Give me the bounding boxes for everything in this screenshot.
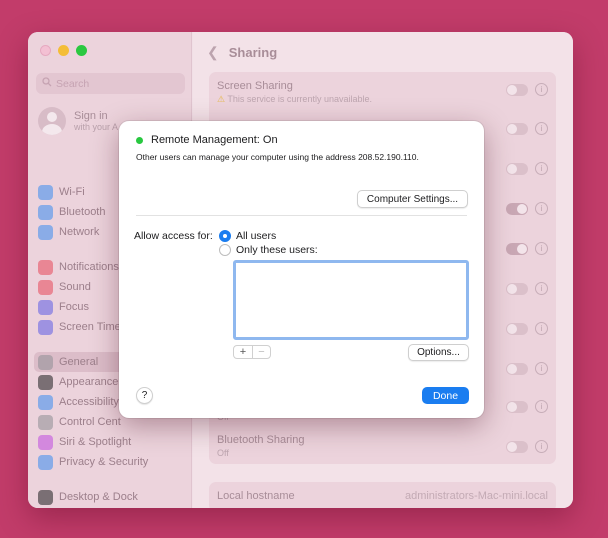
- zoom-window-button[interactable]: [76, 45, 87, 56]
- status-line: Remote Management: On: [136, 134, 278, 146]
- sidebar-item-label: Accessibility: [59, 396, 119, 408]
- control-center-icon: [38, 414, 53, 430]
- globe-icon: [38, 224, 53, 240]
- sidebar-item-label: Control Cent: [59, 416, 121, 428]
- info-icon[interactable]: i: [535, 83, 548, 96]
- service-toggle[interactable]: [506, 323, 528, 335]
- dock-icon: [38, 489, 53, 505]
- info-icon[interactable]: i: [535, 322, 548, 335]
- service-toggle[interactable]: [506, 243, 528, 255]
- titlebar: ❮ Sharing: [207, 44, 277, 61]
- sidebar-item-label: Appearance: [59, 376, 119, 388]
- address-description: Other users can manage your computer usi…: [136, 152, 419, 162]
- page-title: Sharing: [228, 45, 278, 60]
- sidebar-item-siri-spotlight[interactable]: Siri & Spotlight: [38, 432, 186, 452]
- radio-all-users[interactable]: All users: [219, 230, 276, 242]
- bell-icon: [38, 259, 53, 275]
- bluetooth-sharing-toggle[interactable]: [506, 441, 528, 453]
- sidebar-item-label: Siri & Spotlight: [59, 436, 132, 448]
- wifi-icon: [38, 184, 53, 200]
- help-button[interactable]: ?: [136, 387, 153, 404]
- info-icon[interactable]: i: [535, 400, 548, 413]
- radio-label-only-these-users: Only these users:: [236, 244, 318, 256]
- remote-management-dialog: Remote Management: On Other users can ma…: [119, 121, 484, 418]
- user-sub: with your A: [74, 122, 119, 132]
- sidebar-item-label: Bluetooth: [59, 206, 106, 218]
- sidebar-item-label: Screen Time: [59, 321, 121, 333]
- users-list[interactable]: [233, 260, 469, 340]
- info-icon[interactable]: i: [535, 362, 548, 375]
- service-toggle[interactable]: [506, 163, 528, 175]
- service-toggle[interactable]: [506, 123, 528, 135]
- warning-icon: ⚠: [217, 94, 226, 104]
- radio-button-only-these-users[interactable]: [219, 244, 231, 256]
- add-user-button[interactable]: +: [234, 346, 252, 358]
- moon-icon: [38, 299, 53, 315]
- computer-settings-button[interactable]: Computer Settings...: [357, 190, 468, 208]
- status-on-icon: [136, 136, 143, 144]
- hostname-panel: Local hostname administrators-Mac-mini.l…: [209, 482, 556, 508]
- appearance-icon: [38, 374, 53, 390]
- siri-icon: [38, 434, 53, 450]
- minimize-window-button[interactable]: [58, 45, 69, 56]
- service-toggle[interactable]: [506, 283, 528, 295]
- sidebar-item-label: General: [59, 356, 99, 368]
- radio-button-all-users[interactable]: [219, 230, 231, 242]
- done-button[interactable]: Done: [422, 387, 469, 404]
- service-toggle[interactable]: [506, 203, 528, 215]
- accessibility-icon: [38, 394, 53, 410]
- sidebar-item-label: Desktop & Dock: [59, 491, 138, 503]
- hand-icon: [38, 454, 53, 470]
- divider: [136, 215, 467, 216]
- screen-sharing-toggle[interactable]: [506, 84, 528, 96]
- search-placeholder: Search: [56, 77, 90, 90]
- info-icon[interactable]: i: [535, 282, 548, 295]
- status-text: Remote Management: On: [151, 134, 278, 146]
- remove-user-button[interactable]: −: [252, 346, 270, 358]
- add-remove-control: + −: [233, 345, 271, 359]
- allow-access-label: Allow access for:: [134, 230, 213, 242]
- screen-sharing-row: Screen Sharing ⚠ This service is current…: [217, 80, 548, 105]
- screen-sharing-sub: ⚠ This service is currently unavailable.: [217, 94, 548, 105]
- sidebar-item-displays[interactable]: Displays: [38, 507, 186, 508]
- sidebar-item-privacy-security[interactable]: Privacy & Security: [38, 452, 186, 472]
- radio-only-these-users[interactable]: Only these users:: [219, 244, 318, 256]
- info-icon[interactable]: i: [535, 202, 548, 215]
- sidebar-item-label: Privacy & Security: [59, 456, 149, 468]
- bluetooth-sharing-title: Bluetooth Sharing: [217, 434, 305, 446]
- avatar: [38, 107, 66, 135]
- bluetooth-sharing-sub: Off: [217, 448, 229, 458]
- traffic-lights: [40, 45, 87, 56]
- gear-icon: [38, 354, 53, 370]
- info-icon[interactable]: i: [535, 440, 548, 453]
- bluetooth-sharing-row: Bluetooth Sharing Off: [217, 434, 548, 458]
- back-chevron-icon[interactable]: ❮: [207, 44, 219, 61]
- hourglass-icon: [38, 319, 53, 335]
- info-icon[interactable]: i: [535, 242, 548, 255]
- sidebar-item-label: Sound: [59, 281, 91, 293]
- service-toggle[interactable]: [506, 363, 528, 375]
- sidebar-item-label: Focus: [59, 301, 89, 313]
- search-input[interactable]: Search: [36, 73, 185, 94]
- sidebar-item-label: Network: [59, 226, 100, 238]
- close-window-button[interactable]: [40, 45, 51, 56]
- info-icon[interactable]: i: [535, 162, 548, 175]
- sidebar-item-label: Notifications: [59, 261, 119, 273]
- hostname-value: administrators-Mac-mini.local: [404, 490, 548, 502]
- info-icon[interactable]: i: [535, 122, 548, 135]
- apple-account-item[interactable]: Sign in with your A: [38, 107, 118, 135]
- screen-sharing-status: This service is currently unavailable.: [227, 94, 372, 104]
- sidebar-item-desktop-dock[interactable]: Desktop & Dock: [38, 487, 186, 507]
- hostname-label: Local hostname: [217, 490, 295, 502]
- options-button[interactable]: Options...: [408, 344, 469, 361]
- screen-sharing-title: Screen Sharing: [217, 80, 293, 92]
- speaker-icon: [38, 279, 53, 295]
- service-toggle[interactable]: [506, 401, 528, 413]
- hostname-row: Local hostname administrators-Mac-mini.l…: [217, 490, 548, 502]
- bluetooth-icon: [38, 204, 53, 220]
- search-icon: [42, 77, 52, 90]
- sidebar-item-label: Wi-Fi: [59, 186, 85, 198]
- user-name: Sign in: [74, 110, 108, 122]
- radio-label-all-users: All users: [236, 230, 277, 242]
